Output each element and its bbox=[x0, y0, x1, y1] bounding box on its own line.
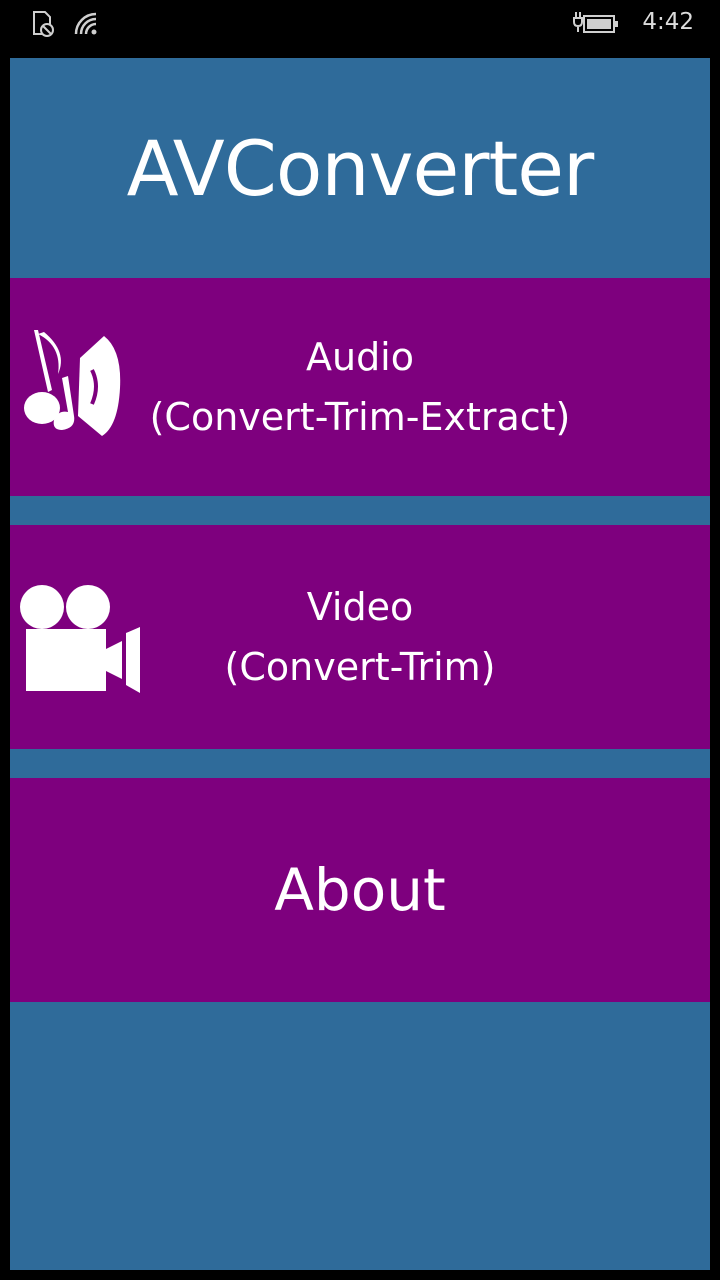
video-button[interactable]: Video (Convert-Trim) bbox=[10, 525, 710, 749]
about-button[interactable]: About bbox=[10, 778, 710, 1002]
app-container: AVConverter Audio (Convert-Trim-Extract) bbox=[10, 58, 710, 1270]
audio-button[interactable]: Audio (Convert-Trim-Extract) bbox=[10, 278, 710, 496]
status-bar: 4:42 bbox=[0, 0, 720, 52]
status-time: 4:42 bbox=[642, 9, 694, 35]
audio-sublabel: (Convert-Trim-Extract) bbox=[149, 395, 571, 439]
video-button-text: Video (Convert-Trim) bbox=[10, 525, 710, 749]
app-title: AVConverter bbox=[126, 123, 595, 213]
audio-button-text: Audio (Convert-Trim-Extract) bbox=[10, 278, 710, 496]
audio-label: Audio bbox=[305, 335, 414, 379]
about-label: About bbox=[274, 856, 446, 924]
battery-charging-icon bbox=[573, 12, 618, 33]
no-sim-icon bbox=[33, 11, 54, 37]
wifi-icon bbox=[74, 12, 97, 35]
about-button-text: About bbox=[10, 778, 710, 1002]
video-label: Video bbox=[306, 585, 414, 629]
video-sublabel: (Convert-Trim) bbox=[224, 645, 496, 689]
